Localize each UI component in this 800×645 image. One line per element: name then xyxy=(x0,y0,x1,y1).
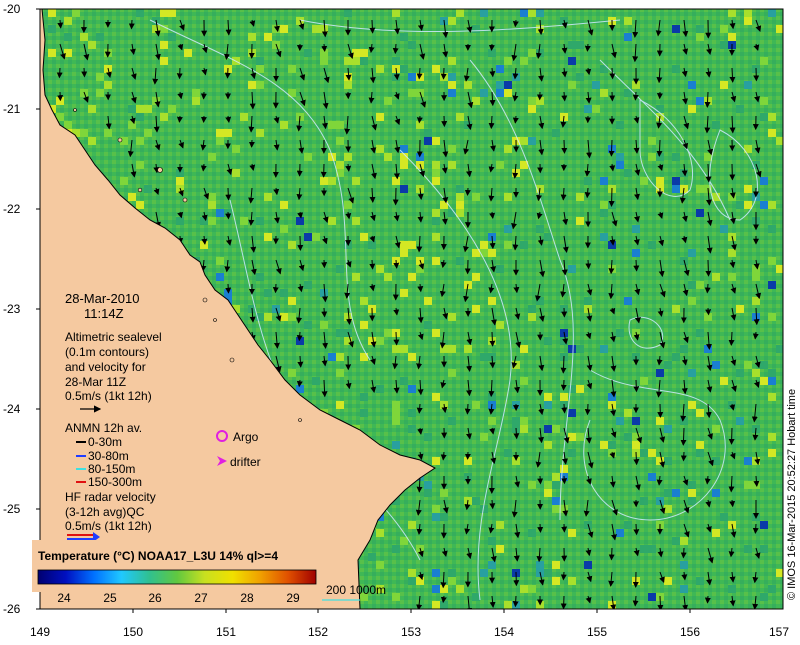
lon-label: 155 xyxy=(587,625,607,639)
latitude-axis: -20 -21 -22 -23 -24 -25 -26 xyxy=(3,2,21,616)
lat-label: -24 xyxy=(3,402,21,416)
lat-label: -25 xyxy=(3,502,21,516)
anmn-depth-label: 150-300m xyxy=(88,475,142,489)
lat-label: -26 xyxy=(3,602,21,616)
altimetry-line: 28-Mar 11Z xyxy=(65,375,126,389)
lon-label: 153 xyxy=(401,625,421,639)
anmn-depth-label: 0-30m xyxy=(88,435,122,449)
altimetry-line: (0.1m contours) xyxy=(65,345,149,359)
colorbar-tick: 27 xyxy=(194,591,208,605)
map-figure: -20 -21 -22 -23 -24 -25 -26 149 150 151 … xyxy=(0,0,800,640)
altimetry-line: and velocity for xyxy=(65,360,146,374)
lat-label: -20 xyxy=(3,2,21,16)
colorbar-tick: 25 xyxy=(103,591,117,605)
altimetry-line: Altimetric sealevel xyxy=(65,330,162,344)
lat-label: -22 xyxy=(3,202,21,216)
lon-label: 150 xyxy=(123,625,143,639)
lon-label: 151 xyxy=(216,625,236,639)
date-label: 28-Mar-2010 xyxy=(65,291,139,306)
colorbar-tick: 24 xyxy=(57,591,71,605)
lat-label: -21 xyxy=(3,102,21,116)
colorbar-tick: 26 xyxy=(148,591,162,605)
longitude-axis: 149 150 151 152 153 154 155 156 157 xyxy=(30,625,789,639)
sst-map: -20 -21 -22 -23 -24 -25 -26 149 150 151 … xyxy=(0,0,800,640)
colorbar-title: Temperature (°C) NOAA17_L3U 14% ql>=4 xyxy=(38,549,278,563)
anmn-depth-label: 80-150m xyxy=(88,462,135,476)
lon-label: 157 xyxy=(769,625,789,639)
hf-radar-line: 0.5m/s (1kt 12h) xyxy=(65,519,152,533)
colorbar-gradient xyxy=(38,570,316,584)
colorbar-tick: 29 xyxy=(286,591,300,605)
lon-label: 156 xyxy=(680,625,700,639)
credit-label: © IMOS 16-Mar-2015 20:52:27 Hobart time xyxy=(786,389,798,600)
depth-contour-label: 200 1000m xyxy=(326,583,386,597)
time-label: 11:14Z xyxy=(84,306,124,321)
hf-radar-line: HF radar velocity xyxy=(65,490,156,504)
lon-label: 149 xyxy=(30,625,50,639)
anmn-title: ANMN 12h av. xyxy=(65,421,142,435)
colorbar-tick: 28 xyxy=(240,591,254,605)
altimetry-line: 0.5m/s (1kt 12h) xyxy=(65,389,152,403)
lon-label: 152 xyxy=(308,625,328,639)
lat-label: -23 xyxy=(3,302,21,316)
anmn-depth-label: 30-80m xyxy=(88,449,129,463)
hf-radar-line: (3-12h avg)QC xyxy=(65,505,145,519)
lon-label: 154 xyxy=(494,625,514,639)
drifter-label: drifter xyxy=(230,455,261,469)
argo-label: Argo xyxy=(233,430,259,444)
